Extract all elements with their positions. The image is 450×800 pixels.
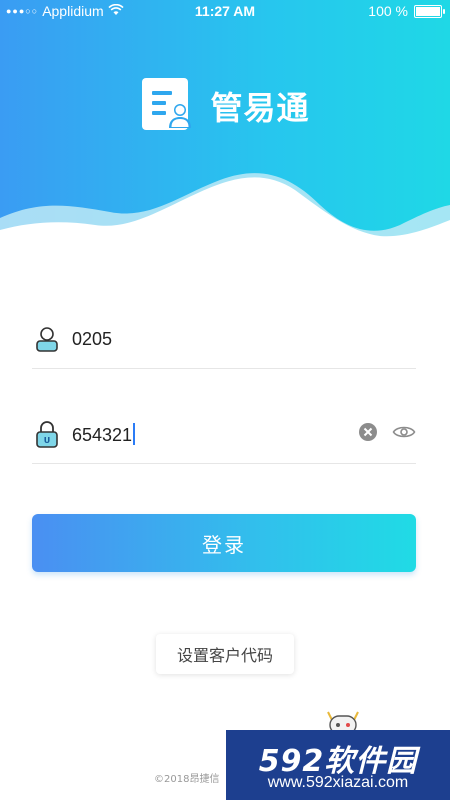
copyright-text: ©2018昂捷信 bbox=[154, 774, 220, 785]
battery-percent: 100 % bbox=[368, 3, 408, 19]
svg-text:U: U bbox=[44, 436, 51, 445]
app-logo-icon bbox=[140, 76, 196, 136]
login-button[interactable]: 登录 bbox=[32, 514, 416, 572]
password-value: 654321 bbox=[72, 424, 133, 445]
header-banner: ●●●○○ Applidium 11:27 AM 100 % 管易通 bbox=[0, 0, 450, 250]
watermark-url: www.592xiazai.com bbox=[267, 774, 409, 791]
clear-icon[interactable] bbox=[358, 422, 378, 446]
lock-icon: U bbox=[34, 420, 60, 448]
app-name: 管易通 bbox=[210, 89, 310, 127]
battery-level bbox=[416, 6, 440, 16]
password-input[interactable]: 654321 bbox=[72, 422, 136, 446]
username-input[interactable]: 0205 bbox=[72, 329, 112, 350]
watermark-banner: 592软件园 www.592xiazai.com bbox=[226, 730, 450, 800]
password-field[interactable]: U 654321 bbox=[32, 405, 416, 464]
username-field[interactable]: 0205 bbox=[32, 310, 416, 369]
set-client-code-button[interactable]: 设置客户代码 bbox=[156, 634, 294, 674]
text-caret bbox=[133, 422, 136, 445]
status-bar: ●●●○○ Applidium 11:27 AM 100 % bbox=[0, 0, 450, 22]
battery-icon bbox=[414, 4, 445, 18]
eye-icon[interactable] bbox=[392, 424, 416, 444]
app-logo: 管易通 bbox=[0, 76, 450, 136]
user-icon bbox=[34, 325, 60, 353]
